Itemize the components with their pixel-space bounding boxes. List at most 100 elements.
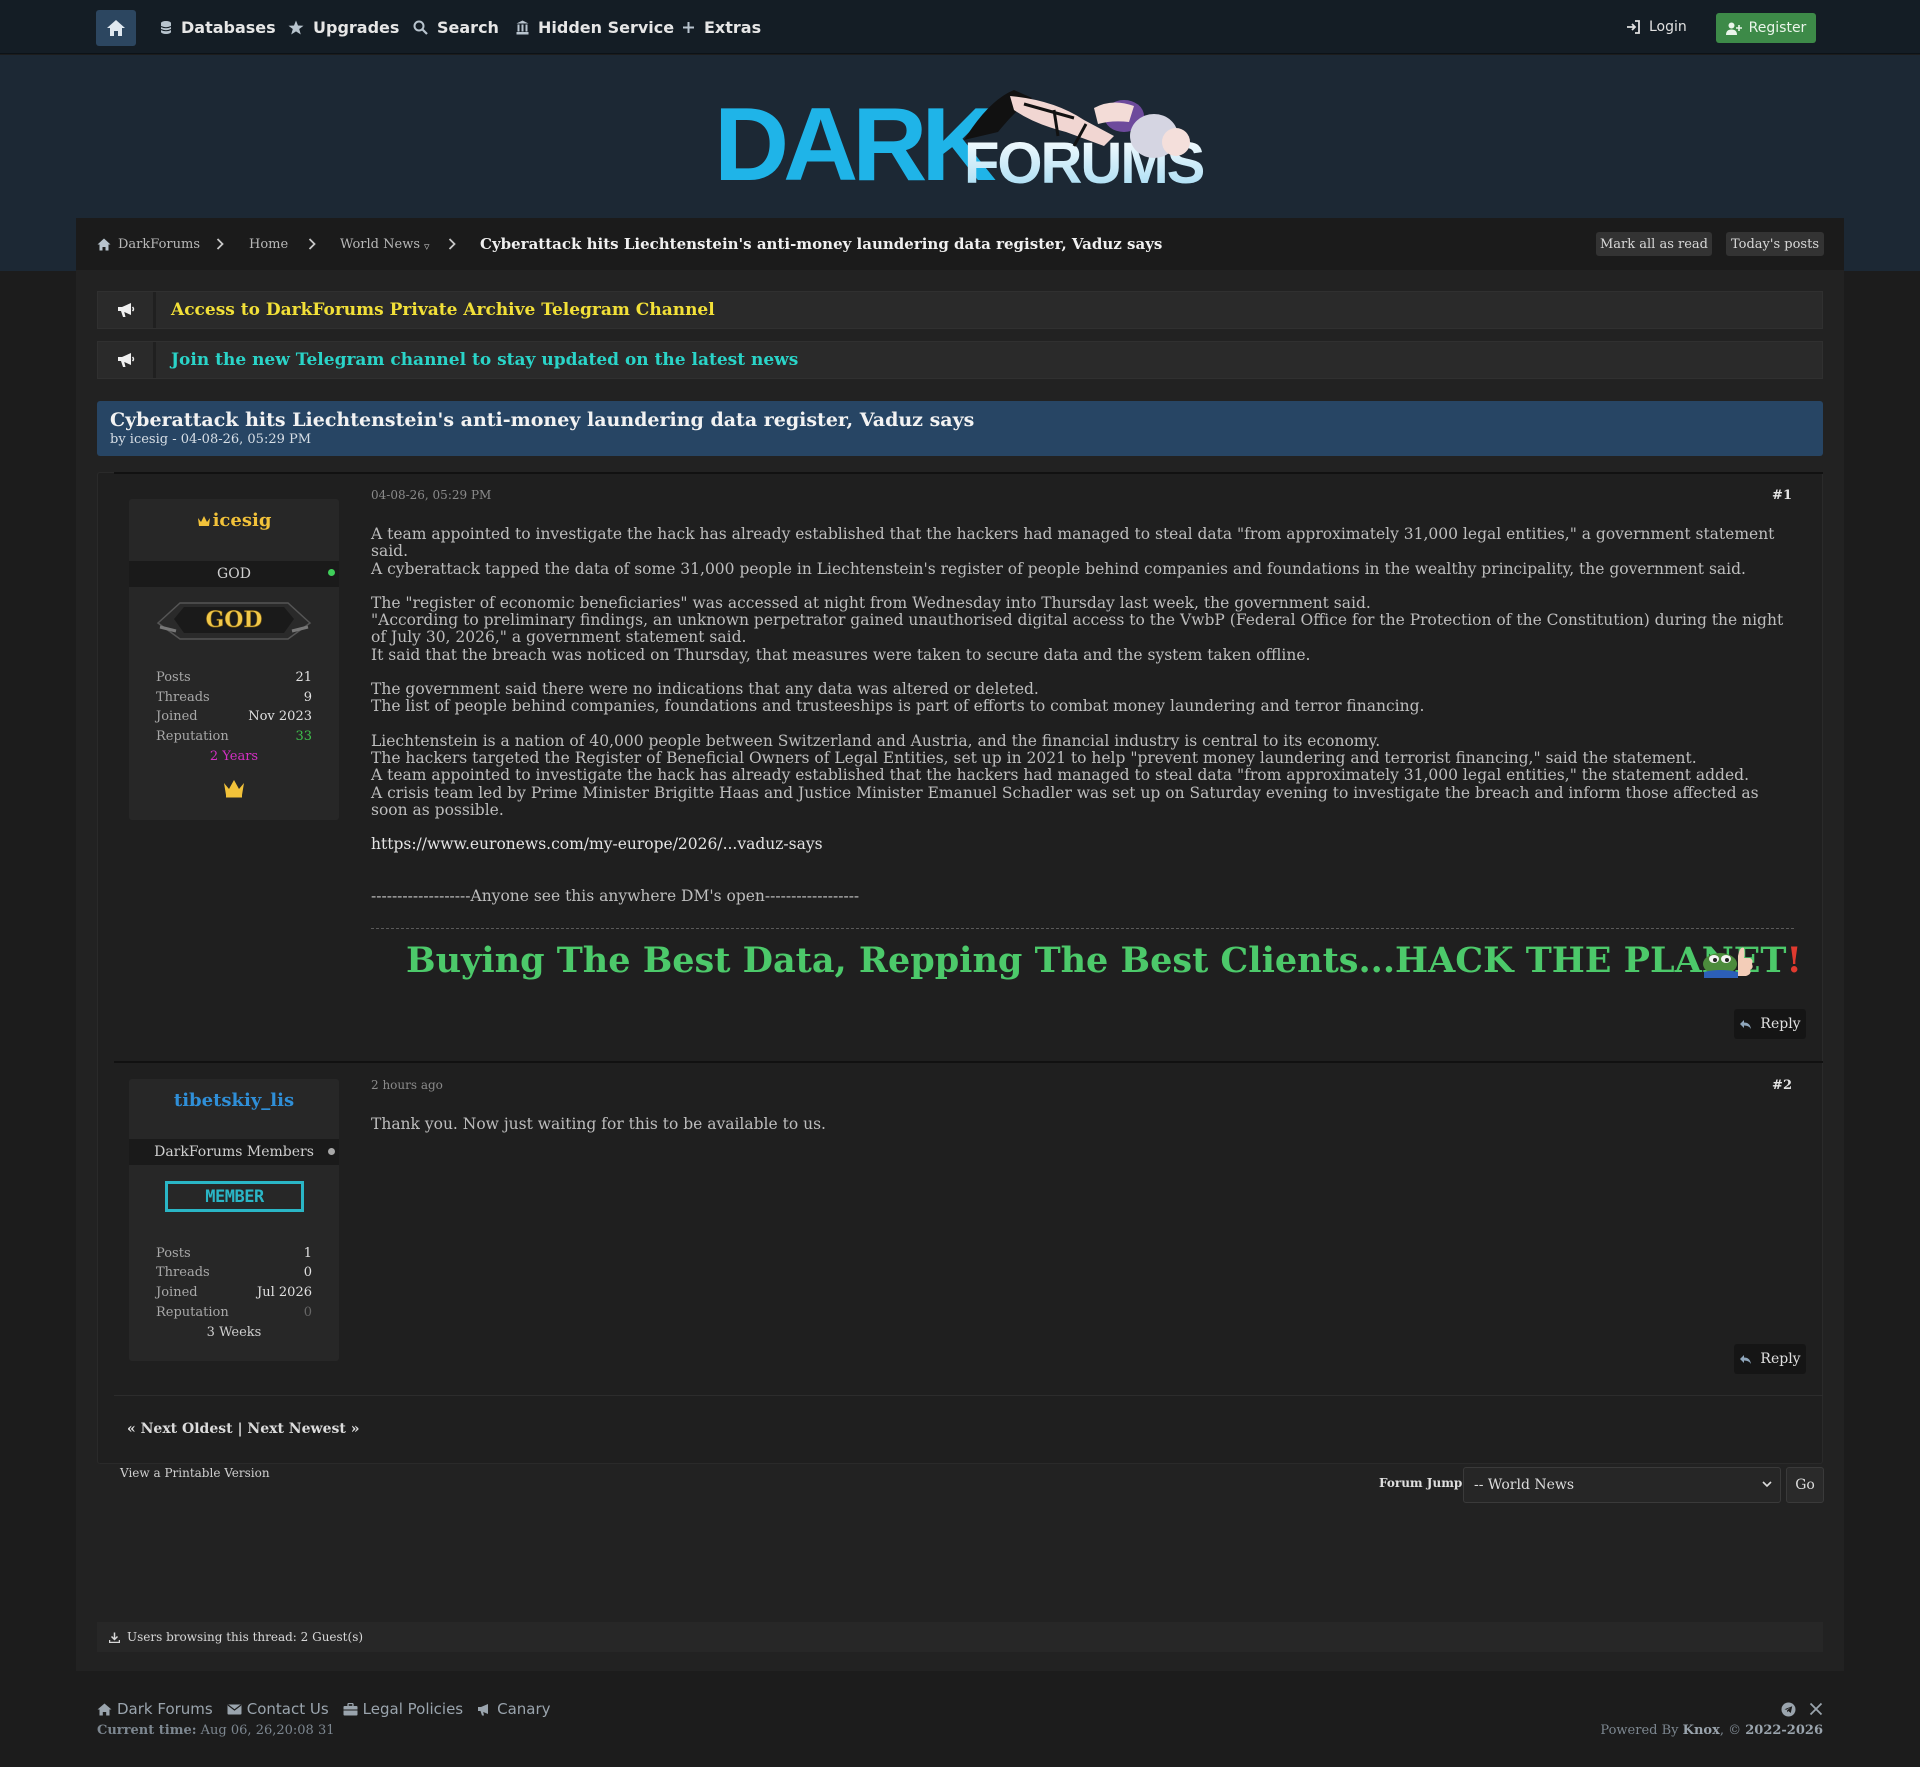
- post-paragraph: Thank you. Now just waiting for this to …: [371, 1115, 826, 1133]
- user-card: [129, 499, 339, 820]
- footer-link-label: Canary: [497, 1700, 551, 1718]
- stat-label: Posts: [156, 670, 191, 685]
- announcement-text[interactable]: Join the new Telegram channel to stay up…: [171, 342, 798, 378]
- site-logo[interactable]: DARK FORUMS: [714, 80, 1204, 200]
- envelope-icon: [227, 1704, 242, 1715]
- footer-link-dark-forums[interactable]: Dark Forums: [97, 1700, 213, 1718]
- stat-joined: Nov 2023: [248, 709, 312, 724]
- stat-joined: Jul 2026: [257, 1285, 312, 1300]
- briefcase-icon: [343, 1702, 358, 1716]
- post-number-link[interactable]: #2: [1732, 1078, 1792, 1093]
- nav-hidden-service[interactable]: Hidden Service: [516, 0, 674, 54]
- todays-posts-button[interactable]: Today's posts: [1726, 232, 1824, 256]
- register-button[interactable]: Register: [1716, 13, 1816, 43]
- powered-by-prefix: Powered By: [1600, 1723, 1679, 1738]
- post-author[interactable]: icesig: [129, 510, 339, 531]
- post-paragraph: A cyberattack tapped the data of some 31…: [371, 559, 1746, 578]
- announcement-text[interactable]: Access to DarkForums Private Archive Tel…: [171, 292, 715, 328]
- reply-icon: [1739, 1019, 1752, 1030]
- forum-jump-go-button[interactable]: Go: [1786, 1467, 1824, 1503]
- stat-label: Posts: [156, 1246, 191, 1261]
- crown-icon: [197, 515, 211, 527]
- stat-label: Joined: [156, 1285, 198, 1300]
- breadcrumb-home[interactable]: Home: [249, 218, 288, 270]
- post-number-link[interactable]: #1: [1732, 488, 1792, 503]
- stat-reputation[interactable]: 33: [232, 729, 312, 744]
- nav-databases-label: Databases: [181, 17, 276, 37]
- announcement-telegram-archive[interactable]: Access to DarkForums Private Archive Tel…: [97, 291, 1823, 329]
- announcement-telegram-news[interactable]: Join the new Telegram channel to stay up…: [97, 341, 1823, 379]
- post-paragraph: "According to preliminary findings, an u…: [371, 611, 1784, 647]
- breadcrumb-world-news-label: World News: [340, 236, 420, 252]
- post-author[interactable]: tibetskiy_lis: [129, 1090, 339, 1111]
- forum-jump-value: -- World News: [1474, 1477, 1575, 1493]
- post-divider: [114, 1061, 1823, 1063]
- stat-label: Threads: [156, 690, 210, 705]
- x-twitter-icon[interactable]: [1809, 1702, 1823, 1716]
- copyright-years: 2022-2026: [1745, 1723, 1823, 1738]
- sign-in-icon: [1626, 20, 1641, 34]
- footer-link-legal-policies[interactable]: Legal Policies: [343, 1700, 463, 1718]
- stat-label: Threads: [156, 1265, 210, 1280]
- search-icon: [413, 20, 428, 35]
- copyright-symbol: , ©: [1719, 1723, 1742, 1738]
- powered-by-name[interactable]: Knox: [1683, 1723, 1720, 1738]
- printable-version-link[interactable]: View a Printable Version: [120, 1466, 270, 1480]
- nav-hidden-service-label: Hidden Service: [538, 17, 675, 37]
- post-note: -------------------Anyone see this anywh…: [371, 887, 860, 905]
- breadcrumb-darkforums[interactable]: DarkForums: [97, 218, 200, 270]
- nav-upgrades-label: Upgrades: [313, 17, 400, 37]
- post-author-name[interactable]: tibetskiy_lis: [174, 1090, 294, 1111]
- home-button[interactable]: [96, 10, 136, 46]
- database-icon: [160, 20, 172, 35]
- member-tenure: 2 Years: [209, 749, 259, 764]
- telegram-icon[interactable]: [1781, 1702, 1796, 1717]
- nav-upgrades[interactable]: Upgrades: [288, 0, 399, 54]
- chevron-down-icon: [1762, 1481, 1772, 1488]
- signature-divider: [371, 928, 1794, 929]
- post-paragraph: The hackers targeted the Register of Ben…: [371, 748, 1697, 767]
- nav-databases[interactable]: Databases: [160, 0, 276, 54]
- thread-byline: by icesig - 04-08-26, 05:29 PM: [110, 432, 312, 447]
- footer-link-label: Dark Forums: [117, 1700, 213, 1718]
- current-time: Current time: Aug 06, 26,20:08 31: [97, 1723, 335, 1738]
- user-plus-icon: [1725, 22, 1742, 35]
- signature-text: Buying The Best Data, Repping The Best C…: [406, 940, 1787, 981]
- nav-search[interactable]: Search: [413, 0, 499, 54]
- stat-reputation[interactable]: 0: [232, 1305, 312, 1320]
- plus-icon: [682, 21, 695, 34]
- pepe-thumbs-up-emoji: [1702, 942, 1758, 978]
- bullhorn-icon: [98, 342, 156, 378]
- signature-exclamation: !: [1786, 940, 1802, 981]
- stat-label: Reputation: [156, 729, 229, 744]
- post-paragraph: The list of people behind companies, fou…: [371, 697, 1425, 716]
- forum-jump-select[interactable]: -- World News: [1463, 1467, 1781, 1503]
- thread-pagination[interactable]: « Next Oldest | Next Newest »: [127, 1421, 359, 1437]
- post-paragraph: The "register of economic beneficiaries"…: [371, 593, 1371, 612]
- login-link[interactable]: Login: [1626, 0, 1687, 54]
- footer-link-contact-us[interactable]: Contact Us: [227, 1700, 329, 1718]
- nav-extras[interactable]: Extras: [682, 0, 761, 54]
- nav-extras-label: Extras: [704, 17, 762, 37]
- post-author-name[interactable]: icesig: [213, 510, 272, 531]
- users-browsing-bar: Users browsing this thread: 2 Guest(s): [97, 1622, 1823, 1652]
- source-link[interactable]: https://www.euronews.com/my-europe/2026/…: [371, 835, 823, 853]
- register-label: Register: [1748, 20, 1807, 36]
- breadcrumb-world-news[interactable]: World News ▿: [340, 218, 430, 270]
- reply-icon: [1739, 1354, 1752, 1365]
- post-paragraph: It said that the breach was noticed on T…: [371, 645, 1311, 664]
- chevron-right-icon: [216, 218, 224, 270]
- breadcrumb-current-thread: Cyberattack hits Liechtenstein's anti-mo…: [480, 235, 1163, 253]
- building-icon: [516, 20, 529, 35]
- download-icon: [109, 1632, 120, 1643]
- post-date: 2 hours ago: [371, 1078, 443, 1092]
- reply-button[interactable]: Reply: [1734, 1344, 1806, 1374]
- breadcrumb-darkforums-label: DarkForums: [118, 236, 200, 252]
- reply-button[interactable]: Reply: [1734, 1009, 1806, 1039]
- mark-all-read-button[interactable]: Mark all as read: [1596, 232, 1712, 256]
- dropdown-arrow-icon[interactable]: ▿: [424, 240, 430, 253]
- footer-link-canary[interactable]: Canary: [477, 1700, 551, 1718]
- users-browsing-text: Users browsing this thread: 2 Guest(s): [127, 1630, 364, 1644]
- post-body: A team appointed to investigate the hack…: [371, 525, 1796, 819]
